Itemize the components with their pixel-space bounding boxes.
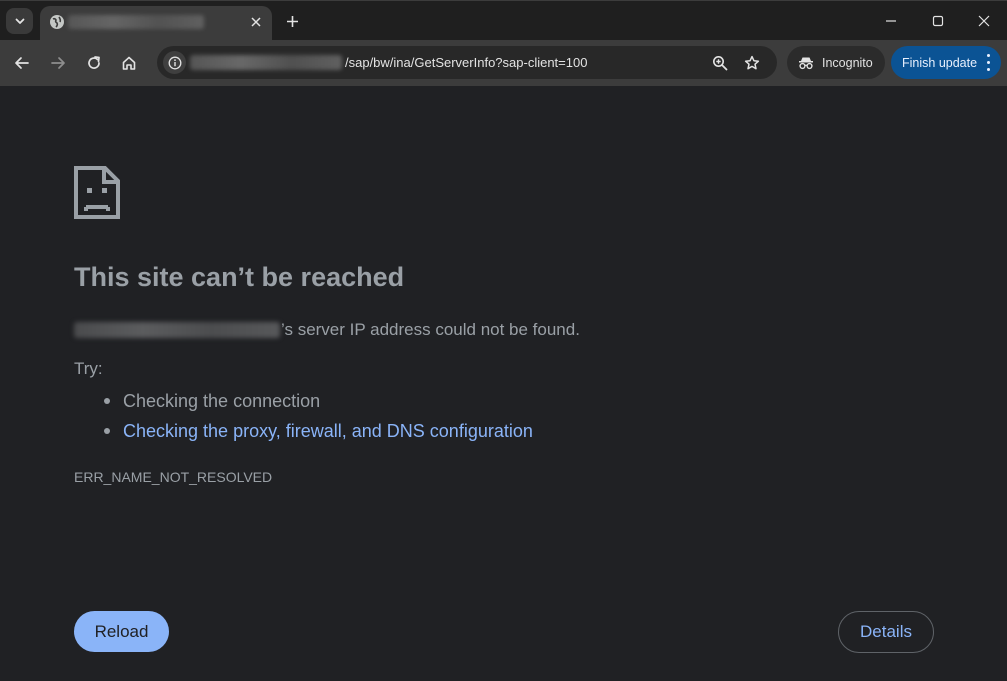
error-message-suffix: ’s server IP address could not be found. bbox=[281, 320, 580, 339]
browser-toolbar: /sap/bw/ina/GetServerInfo?sap-client=100… bbox=[0, 40, 1007, 86]
close-icon bbox=[251, 17, 261, 27]
maximize-icon bbox=[932, 15, 944, 27]
sad-file-icon bbox=[74, 166, 120, 219]
zoom-in-icon bbox=[713, 56, 728, 71]
proxy-firewall-dns-link[interactable]: Checking the proxy, firewall, and DNS co… bbox=[123, 421, 533, 442]
chevron-down-icon bbox=[15, 18, 24, 24]
reload-toolbar-button[interactable] bbox=[83, 52, 105, 74]
zoom-button[interactable] bbox=[709, 52, 731, 74]
new-tab-button[interactable] bbox=[282, 11, 302, 31]
tab-close-button[interactable] bbox=[246, 12, 266, 32]
try-label: Try: bbox=[74, 359, 103, 378]
bullet-icon bbox=[104, 428, 110, 434]
globe-icon bbox=[50, 15, 64, 29]
incognito-indicator[interactable]: Incognito bbox=[787, 46, 885, 79]
address-path: /sap/bw/ina/GetServerInfo?sap-client=100 bbox=[345, 55, 588, 70]
finish-update-label: Finish update bbox=[902, 55, 978, 70]
home-icon bbox=[122, 56, 136, 70]
suggestion-list: Checking the connection Checking the pro… bbox=[104, 386, 533, 446]
refresh-icon bbox=[88, 56, 100, 69]
suggestion-item-link[interactable]: Checking the proxy, firewall, and DNS co… bbox=[104, 416, 533, 446]
incognito-label: Incognito bbox=[822, 55, 873, 70]
bookmark-button[interactable] bbox=[741, 52, 763, 74]
address-bar[interactable]: /sap/bw/ina/GetServerInfo?sap-client=100 bbox=[157, 46, 777, 79]
tab-title-redacted bbox=[68, 15, 204, 29]
active-tab[interactable] bbox=[40, 6, 272, 41]
close-window-button[interactable] bbox=[973, 10, 995, 32]
error-code: ERR_NAME_NOT_RESOLVED bbox=[74, 469, 273, 485]
arrow-right-icon bbox=[51, 57, 65, 69]
address-host-redacted bbox=[190, 55, 342, 70]
maximize-button[interactable] bbox=[927, 10, 949, 32]
bullet-icon bbox=[104, 398, 110, 404]
incognito-icon bbox=[799, 57, 813, 69]
close-icon bbox=[978, 15, 990, 27]
site-info-button[interactable] bbox=[163, 51, 186, 74]
details-button[interactable]: Details bbox=[838, 611, 934, 653]
finish-update-button[interactable]: Finish update bbox=[891, 46, 1001, 79]
star-icon bbox=[744, 55, 760, 70]
error-message: ’s server IP address could not be found. bbox=[74, 319, 580, 341]
error-heading: This site can’t be reached bbox=[74, 262, 405, 292]
error-page: This site can’t be reached ’s server IP … bbox=[0, 86, 1007, 681]
tab-search-button[interactable] bbox=[6, 8, 33, 34]
forward-button[interactable] bbox=[47, 52, 69, 74]
plus-icon bbox=[286, 15, 298, 27]
more-menu-icon[interactable] bbox=[985, 54, 991, 71]
hostname-redacted bbox=[74, 322, 280, 338]
info-icon bbox=[168, 56, 181, 69]
home-button[interactable] bbox=[118, 52, 140, 74]
suggestion-text: Checking the connection bbox=[123, 390, 321, 411]
arrow-left-icon bbox=[15, 57, 29, 69]
reload-button[interactable]: Reload bbox=[74, 611, 169, 652]
back-button[interactable] bbox=[11, 52, 33, 74]
tab-strip bbox=[0, 0, 1007, 41]
suggestion-item: Checking the connection bbox=[104, 386, 533, 416]
minimize-icon bbox=[886, 20, 896, 22]
minimize-button[interactable] bbox=[880, 10, 902, 32]
